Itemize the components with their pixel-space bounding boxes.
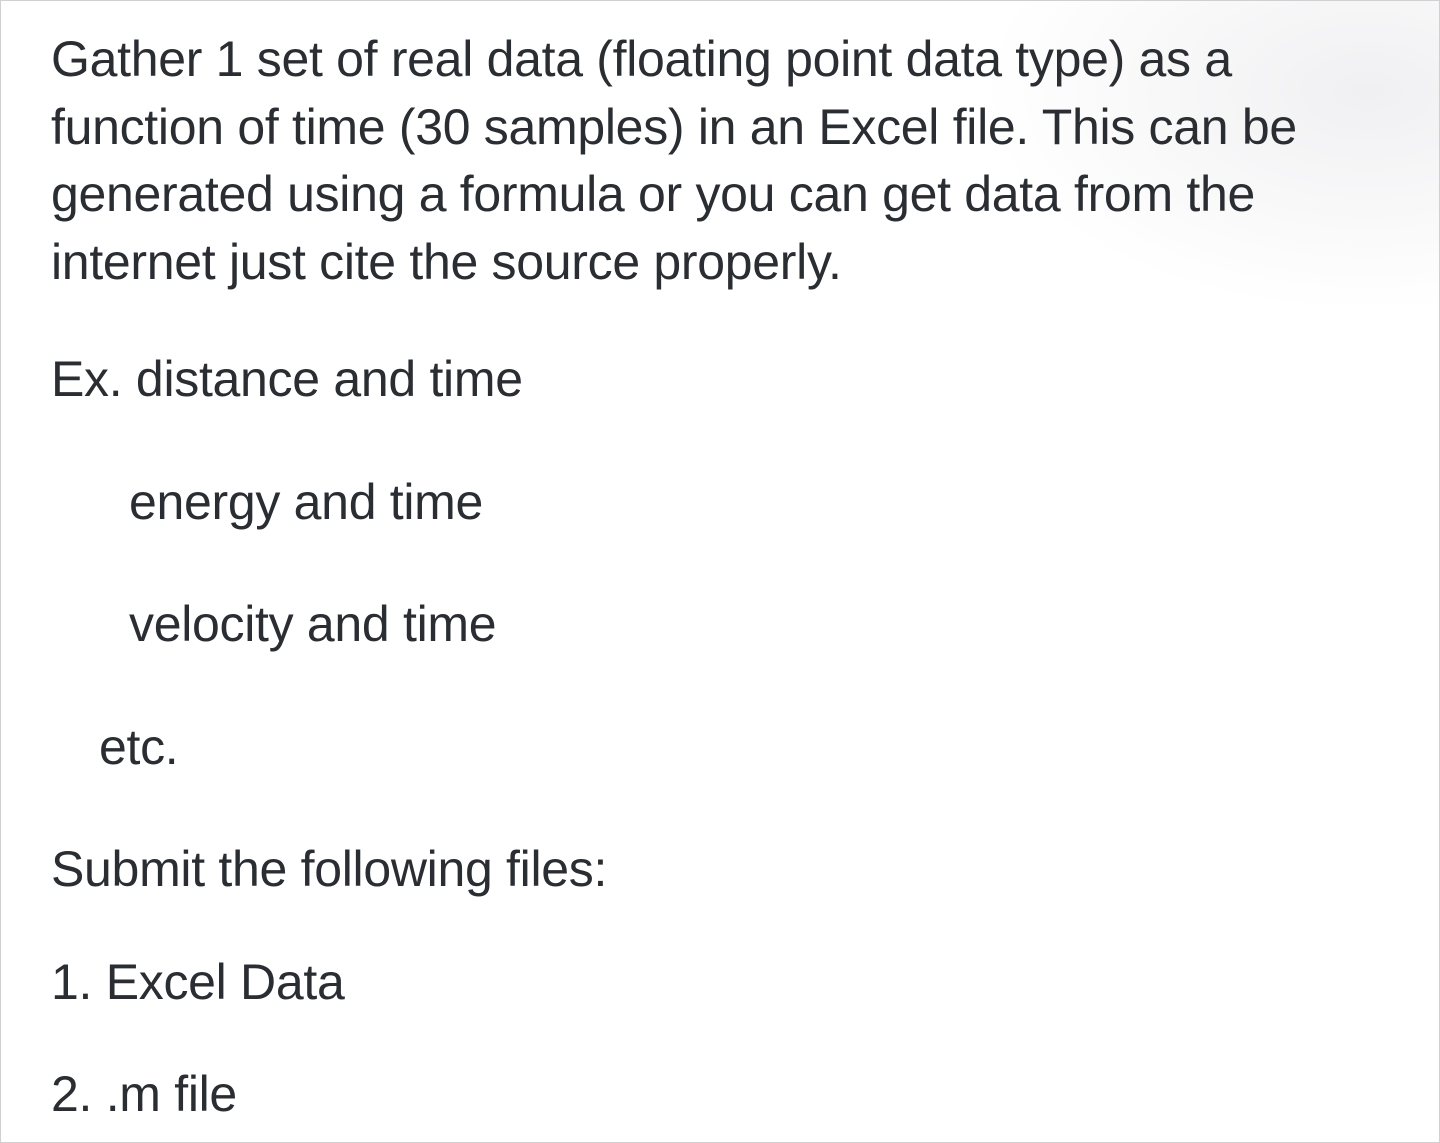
submit-item: 1. Excel Data [51,949,1389,1017]
example-heading: Ex. distance and time [51,346,1389,414]
submit-item: 2. .m file [51,1061,1389,1129]
example-item: energy and time [129,469,1389,537]
instruction-paragraph: Gather 1 set of real data (floating poin… [51,26,1389,296]
submit-heading: Submit the following files: [51,836,1389,904]
example-etc: etc. [99,714,1389,782]
example-item: velocity and time [129,591,1389,659]
